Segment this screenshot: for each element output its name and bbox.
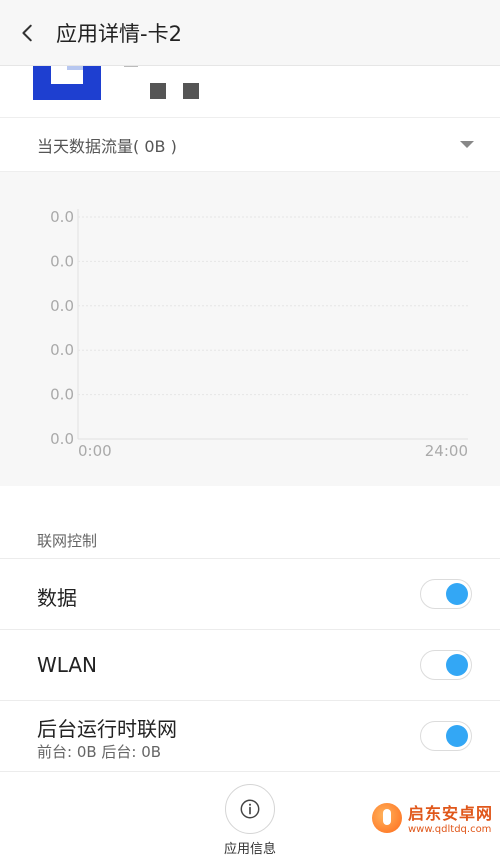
chevron-left-icon bbox=[22, 24, 32, 41]
app-info-button[interactable] bbox=[225, 784, 275, 834]
row-background-sub: 前台: 0B 后台: 0B bbox=[37, 743, 162, 761]
back-button[interactable] bbox=[0, 0, 56, 66]
caret-down-icon bbox=[460, 141, 474, 148]
app-summary bbox=[0, 66, 500, 116]
title-bar: 应用详情-卡2 bbox=[0, 0, 500, 66]
toggle-knob bbox=[446, 725, 468, 747]
app-info-label: 应用信息 bbox=[223, 842, 276, 857]
app-icon bbox=[33, 66, 101, 100]
row-background-network[interactable]: 后台运行时联网 前台: 0B 后台: 0B bbox=[0, 700, 500, 771]
app-name-redacted bbox=[150, 83, 199, 99]
usage-chart-svg: 0.00.00.00.00.00.00:00 24:00 bbox=[50, 208, 468, 460]
row-wlan-label: WLAN bbox=[37, 653, 98, 677]
usage-chart: 0.0 0.0 0.0 0.0 0.0 0.0 0:00 24:00 bbox=[0, 172, 500, 486]
toggle-knob bbox=[446, 654, 468, 676]
watermark-logo-icon bbox=[372, 802, 402, 833]
usage-dropdown[interactable]: 当天数据流量( 0B ) bbox=[0, 117, 500, 172]
toggle-knob bbox=[446, 583, 468, 605]
section-title-network-control: 联网控制 bbox=[37, 532, 98, 550]
x-tick-label: 24:00 bbox=[425, 442, 468, 460]
y-tick-label: 0.0 bbox=[50, 252, 74, 270]
watermark-url: www.qdltdq.com bbox=[408, 824, 492, 835]
row-data[interactable]: 数据 bbox=[0, 558, 500, 629]
y-tick-label: 0.0 bbox=[50, 341, 74, 359]
x-tick-label: 0:00 bbox=[78, 442, 112, 460]
y-tick-label: 0.0 bbox=[50, 297, 74, 315]
y-tick-label: 0.0 bbox=[50, 208, 74, 226]
wlan-toggle[interactable] bbox=[420, 650, 472, 680]
app-name-placeholder-dash bbox=[124, 66, 138, 67]
usage-label: 当天数据流量( 0B ) bbox=[37, 136, 177, 156]
page-title: 应用详情-卡2 bbox=[56, 21, 182, 46]
y-tick-label: 0.0 bbox=[50, 430, 74, 448]
watermark: 启东安卓网 www.qdltdq.com bbox=[372, 800, 493, 835]
y-tick-label: 0.0 bbox=[50, 386, 74, 404]
watermark-title: 启东安卓网 bbox=[408, 804, 494, 823]
row-data-label: 数据 bbox=[37, 586, 77, 610]
background-toggle[interactable] bbox=[420, 721, 472, 751]
row-background-label: 后台运行时联网 bbox=[37, 717, 177, 741]
info-icon bbox=[240, 799, 260, 819]
row-wlan[interactable]: WLAN bbox=[0, 629, 500, 700]
data-toggle[interactable] bbox=[420, 579, 472, 609]
